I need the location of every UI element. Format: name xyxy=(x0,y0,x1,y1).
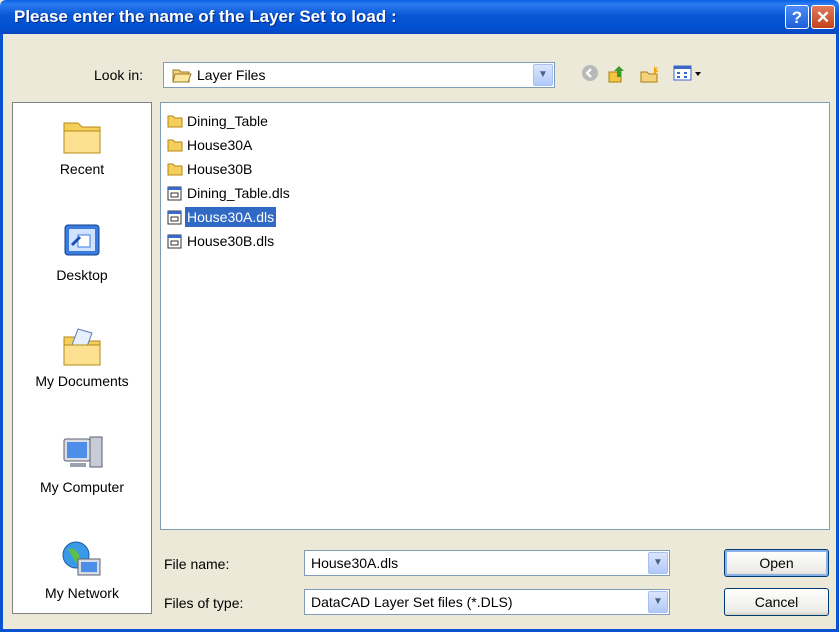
recent-folder-icon xyxy=(63,122,101,154)
open-button[interactable]: Open xyxy=(724,549,829,577)
place-label-desktop: Desktop xyxy=(56,267,108,283)
file-name-label: File name: xyxy=(164,556,230,572)
folder-icon xyxy=(167,163,183,176)
file-name-value: House30A.dls xyxy=(311,555,399,571)
dls-file-icon xyxy=(167,234,182,249)
my-computer-icon xyxy=(63,436,103,468)
desktop-icon xyxy=(64,224,100,256)
open-folder-icon xyxy=(172,69,192,83)
place-my-network[interactable]: My Network xyxy=(13,539,151,601)
my-documents-icon xyxy=(63,328,101,366)
place-recent[interactable]: Recent xyxy=(13,117,151,177)
close-button[interactable]: ✕ xyxy=(811,5,835,29)
place-label-my-network: My Network xyxy=(45,585,119,601)
place-label-my-documents: My Documents xyxy=(35,373,129,389)
title-bar[interactable]: Please enter the name of the Layer Set t… xyxy=(0,0,839,34)
file-list[interactable]: Dining_Table House30A House30B Dining_Ta… xyxy=(160,102,830,530)
dls-file-icon xyxy=(167,210,182,225)
dialog-title: Please enter the name of the Layer Set t… xyxy=(14,7,397,26)
files-of-type-value: DataCAD Layer Set files (*.DLS) xyxy=(311,594,513,610)
folder-icon xyxy=(167,115,183,128)
help-button[interactable]: ? xyxy=(785,5,809,29)
folder-icon xyxy=(167,139,183,152)
dls-file-icon xyxy=(167,186,182,201)
my-network-icon xyxy=(62,541,101,576)
look-in-value: Layer Files xyxy=(197,67,266,83)
chevron-down-icon[interactable]: ▼ xyxy=(533,64,553,86)
place-my-documents[interactable]: My Documents xyxy=(13,327,151,389)
file-name-combo[interactable]: House30A.dls ▼ xyxy=(304,550,670,576)
chevron-down-icon[interactable]: ▼ xyxy=(648,552,668,574)
place-label-my-computer: My Computer xyxy=(39,479,125,495)
chevron-down-icon[interactable]: ▼ xyxy=(648,591,668,613)
cancel-button[interactable]: Cancel xyxy=(724,588,829,616)
up-folder-icon[interactable] xyxy=(606,64,628,86)
back-arrow-icon[interactable] xyxy=(580,64,600,86)
views-menu-icon[interactable] xyxy=(670,64,710,86)
look-in-label: Look in: xyxy=(94,67,144,83)
files-of-type-label: Files of type: xyxy=(164,595,244,611)
place-desktop[interactable]: Desktop xyxy=(13,221,151,283)
places-bar: Recent Desktop My Documents My Computer xyxy=(12,102,152,614)
place-my-computer[interactable]: My Computer xyxy=(13,433,151,495)
place-label-recent: Recent xyxy=(59,161,105,177)
new-folder-icon[interactable] xyxy=(638,64,662,86)
look-in-combo[interactable]: Layer Files ▼ xyxy=(163,62,555,88)
files-of-type-combo[interactable]: DataCAD Layer Set files (*.DLS) ▼ xyxy=(304,589,670,615)
